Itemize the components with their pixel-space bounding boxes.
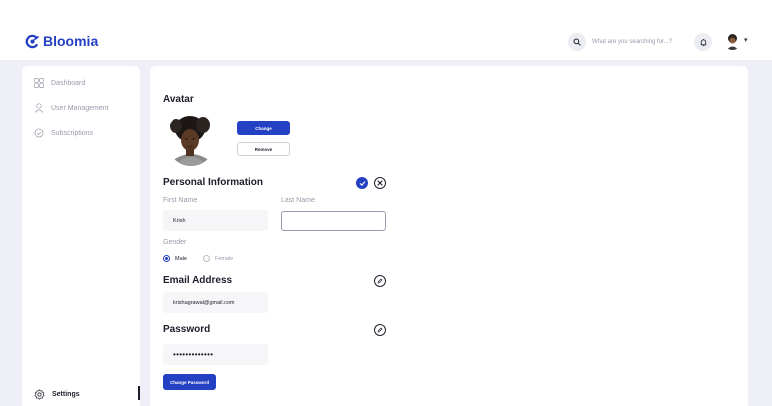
password-field[interactable]: ••••••••••••• <box>163 344 268 365</box>
sidebar-item-subscriptions[interactable]: Subscriptions <box>34 128 93 138</box>
gender-option-male[interactable]: Male <box>163 255 187 262</box>
chevron-down-icon[interactable]: ▾ <box>744 36 748 44</box>
gender-option-female[interactable]: Female <box>203 255 233 262</box>
grid-icon <box>34 78 44 88</box>
change-avatar-button[interactable]: Change <box>237 121 290 135</box>
edit-password-pencil-icon[interactable] <box>374 324 386 336</box>
sidebar-item-label: Settings <box>52 391 80 398</box>
avatar-heading: Avatar <box>163 94 194 105</box>
gender-label: Gender <box>163 239 187 246</box>
active-indicator <box>138 386 140 400</box>
email-field[interactable]: krishagrawal@gmail.com <box>163 292 268 313</box>
sidebar-item-label: Subscriptions <box>51 129 94 137</box>
last-name-label: Last Name <box>281 197 315 204</box>
password-heading: Password <box>163 324 211 335</box>
gear-icon <box>34 389 45 400</box>
notification-bell-icon[interactable] <box>694 33 712 51</box>
sidebar: Dashboard User Management Subscriptions … <box>22 66 140 406</box>
change-password-button[interactable]: Change Password <box>163 374 216 390</box>
user-avatar[interactable] <box>724 33 741 50</box>
sidebar-item-label: Dashboard <box>51 79 86 87</box>
sidebar-item-label: User Management <box>51 104 109 112</box>
sidebar-item-user-management[interactable]: User Management <box>34 103 109 113</box>
app-logo[interactable]: Bloomia <box>25 33 98 49</box>
search-icon[interactable] <box>568 33 586 51</box>
top-bar: Bloomia What are you searching for...? ▾ <box>0 0 772 60</box>
subscription-icon <box>34 128 44 138</box>
sidebar-item-dashboard[interactable]: Dashboard <box>34 78 85 88</box>
last-name-field[interactable] <box>281 211 386 231</box>
confirm-check-icon[interactable] <box>356 177 368 189</box>
gender-option-label: Male <box>175 255 187 262</box>
first-name-field[interactable]: Krish <box>163 210 268 231</box>
personal-info-heading: Personal Information <box>163 177 264 188</box>
app-name: Bloomia <box>43 33 99 49</box>
profile-panel: Avatar Change Remove Personal Informatio… <box>150 66 748 406</box>
radio-selected-icon <box>163 255 170 262</box>
user-icon <box>34 103 44 113</box>
search-input[interactable]: What are you searching for...? <box>592 39 672 45</box>
gender-option-label: Female <box>215 255 234 262</box>
radio-unselected-icon <box>203 255 210 262</box>
remove-avatar-button[interactable]: Remove <box>237 142 290 156</box>
edit-email-pencil-icon[interactable] <box>374 275 386 287</box>
first-name-label: First Name <box>163 197 198 204</box>
cancel-close-icon[interactable] <box>374 177 386 189</box>
profile-photo <box>166 112 216 166</box>
search-bar[interactable]: What are you searching for...? <box>568 33 672 51</box>
sidebar-item-settings[interactable]: Settings <box>34 389 80 400</box>
logo-icon <box>25 34 39 48</box>
email-heading: Email Address <box>163 275 233 286</box>
